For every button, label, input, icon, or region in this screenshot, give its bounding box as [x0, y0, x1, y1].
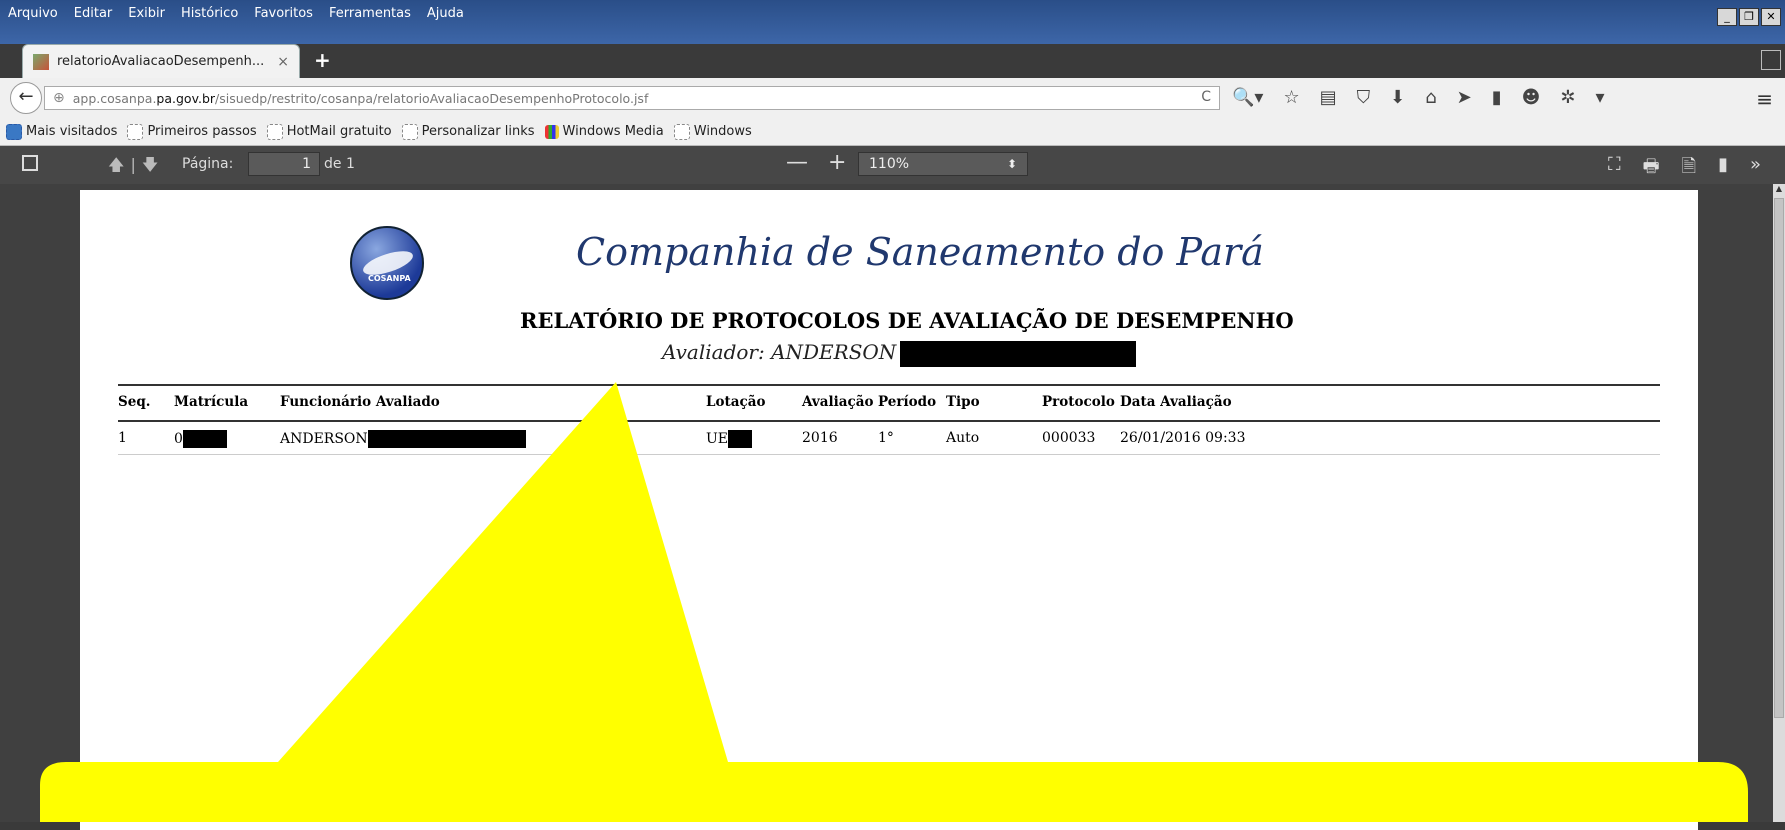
bookmark-icon[interactable]: ▮: [1718, 154, 1728, 184]
bookmark-page-icon: [127, 123, 144, 140]
bookmark-personalizar-links[interactable]: Personalizar links: [401, 123, 535, 140]
page-nav-arrows[interactable]: 🡅|🡇: [108, 154, 164, 181]
header-avaliacao: Avaliação: [802, 394, 874, 410]
pocket-icon[interactable]: ⛉: [1357, 87, 1371, 108]
download-icon[interactable]: ⬇: [1390, 87, 1405, 108]
star-icon[interactable]: ☆: [1283, 87, 1299, 108]
select-caret-icon: ⬍: [1006, 157, 1017, 171]
reload-icon[interactable]: C: [1201, 89, 1211, 105]
redaction-box: [728, 430, 753, 448]
tab-title: relatorioAvaliacaoDesempenh...: [57, 54, 265, 69]
back-button[interactable]: ←: [10, 82, 42, 114]
tools-icon[interactable]: »: [1750, 154, 1761, 184]
zoom-select[interactable]: 110% ⬍: [858, 152, 1028, 176]
reading-list-icon[interactable]: ▤: [1320, 87, 1337, 108]
bookmark-hotmail[interactable]: HotMail gratuito: [266, 123, 392, 140]
tab-groups-icon[interactable]: [1761, 50, 1781, 70]
bookmark-mais-visitados[interactable]: Mais visitados: [6, 123, 117, 140]
redaction-box: [182, 430, 227, 448]
maximize-button[interactable]: ❐: [1739, 8, 1759, 26]
cell-funcionario: ANDERSON: [280, 430, 526, 448]
pdf-toolbar: 🡅|🡇 Página: 1 de 1 — + 110% ⬍ ⛶ 🖶 🗎 ▮ »: [0, 146, 1785, 184]
extension-icon[interactable]: ✲: [1560, 87, 1575, 108]
scrollbar-thumb[interactable]: [1774, 198, 1784, 718]
browser-tab[interactable]: relatorioAvaliacaoDesempenh... ×: [22, 44, 300, 78]
pdf-right-tools: ⛶ 🖶 🗎 ▮ »: [1608, 154, 1761, 184]
minimize-button[interactable]: _: [1717, 8, 1737, 26]
overflow-icon[interactable]: ▾: [1596, 87, 1605, 108]
scroll-up-icon[interactable]: ▲: [1774, 184, 1784, 196]
menu-items: Arquivo Editar Exibir Histórico Favorito…: [0, 6, 464, 21]
cell-data-avaliacao: 26/01/2016 09:33: [1120, 430, 1246, 446]
bookmarks-bar: Mais visitados Primeiros passos HotMail …: [0, 118, 1785, 146]
redaction-box: [900, 340, 1137, 367]
menu-editar[interactable]: Editar: [74, 6, 113, 21]
report-title: RELATÓRIO DE PROTOCOLOS DE AVALIAÇÃO DE …: [520, 308, 1294, 333]
cell-tipo: Auto: [946, 430, 980, 446]
evaluator-line: Avaliador: ANDERSON: [662, 340, 1137, 367]
menu-exibir[interactable]: Exibir: [128, 6, 165, 21]
bookmark-folder-icon: [6, 123, 22, 140]
chat-icon[interactable]: ☻: [1522, 87, 1541, 108]
cell-protocolo: 000033: [1042, 430, 1096, 446]
redaction-box: [367, 430, 526, 448]
header-protocolo: Protocolo: [1042, 394, 1115, 410]
bookmark-tag-icon[interactable]: ▮: [1492, 87, 1502, 108]
page-number-input[interactable]: 1: [248, 152, 320, 176]
print-icon[interactable]: 🖶: [1643, 154, 1660, 184]
header-data-avaliacao: Data Avaliação: [1120, 394, 1232, 410]
bookmark-windows-media[interactable]: Windows Media: [544, 124, 664, 139]
windows-media-icon: [544, 124, 559, 139]
header-periodo: Período: [878, 394, 937, 410]
new-tab-button[interactable]: +: [314, 48, 331, 72]
bookmark-page-icon: [401, 123, 418, 140]
page-label: Página:: [182, 156, 234, 172]
tab-close-icon[interactable]: ×: [277, 54, 289, 70]
save-icon[interactable]: 🗎: [1682, 154, 1696, 184]
tab-favicon-icon: [33, 53, 49, 70]
home-icon[interactable]: ⌂: [1425, 87, 1436, 108]
header-tipo: Tipo: [946, 394, 980, 410]
sidebar-toggle-icon[interactable]: [22, 155, 38, 171]
toolbar-icons: 🔍▾ ☆ ▤ ⛉ ⬇ ⌂ ➤ ▮ ☻ ✲ ▾: [1232, 87, 1605, 108]
header-seq: Seq.: [118, 394, 151, 410]
search-dropdown-icon[interactable]: 🔍▾: [1232, 87, 1263, 108]
globe-icon: ⊕: [53, 90, 65, 106]
cell-periodo: 1°: [878, 430, 894, 446]
bookmark-page-icon: [266, 123, 283, 140]
menu-ferramentas[interactable]: Ferramentas: [329, 6, 411, 21]
url-bar[interactable]: ⊕ app.cosanpa.pa.gov.br/sisuedp/restrito…: [44, 86, 1220, 110]
header-funcionario: Funcionário Avaliado: [280, 394, 440, 410]
window-controls: _ ❐ ✕: [1717, 8, 1781, 26]
bookmark-page-icon: [673, 123, 690, 140]
menu-bar: Arquivo Editar Exibir Histórico Favorito…: [0, 0, 1785, 44]
pdf-viewer[interactable]: COSANPA Companhia de Saneamento do Pará …: [0, 184, 1785, 830]
menu-historico[interactable]: Histórico: [181, 6, 238, 21]
menu-arquivo[interactable]: Arquivo: [8, 6, 58, 21]
cell-lotacao: UE: [706, 430, 753, 448]
send-icon[interactable]: ➤: [1457, 87, 1472, 108]
bookmark-primeiros-passos[interactable]: Primeiros passos: [127, 123, 257, 140]
navigation-bar: ← ⊕ app.cosanpa.pa.gov.br/sisuedp/restri…: [0, 78, 1785, 119]
cosanpa-logo: COSANPA: [350, 226, 424, 300]
vertical-scrollbar[interactable]: ▲: [1773, 184, 1785, 822]
header-matricula: Matrícula: [174, 394, 249, 410]
close-window-button[interactable]: ✕: [1761, 8, 1781, 26]
page-total: de 1: [324, 156, 355, 172]
menu-favoritos[interactable]: Favoritos: [254, 6, 313, 21]
cell-matricula: 0: [174, 430, 227, 448]
hamburger-menu-icon[interactable]: ≡: [1756, 87, 1773, 111]
cell-seq: 1: [118, 430, 127, 446]
presentation-mode-icon[interactable]: ⛶: [1608, 154, 1621, 184]
url-text: app.cosanpa.pa.gov.br/sisuedp/restrito/c…: [72, 90, 649, 106]
header-lotacao: Lotação: [706, 394, 766, 410]
zoom-in-button[interactable]: +: [828, 150, 846, 175]
company-name: Companhia de Saneamento do Pará: [576, 230, 1264, 274]
cell-avaliacao: 2016: [802, 430, 838, 446]
pdf-page: COSANPA Companhia de Saneamento do Pará …: [80, 190, 1698, 830]
bookmark-windows[interactable]: Windows: [673, 123, 752, 140]
zoom-out-button[interactable]: —: [786, 150, 808, 175]
menu-ajuda[interactable]: Ajuda: [427, 6, 464, 21]
